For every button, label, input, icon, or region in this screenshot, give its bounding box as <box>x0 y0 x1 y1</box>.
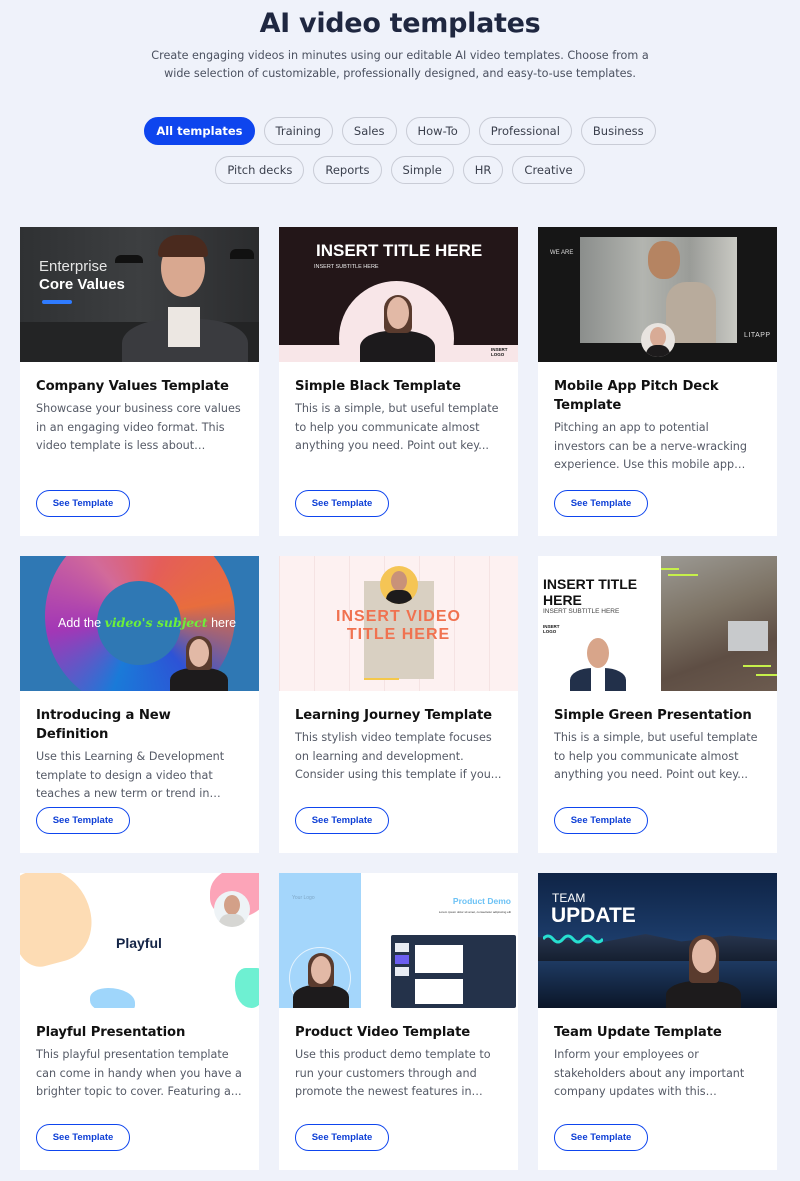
card-description: Pitching an app to potential investors c… <box>554 421 748 471</box>
filter-chip-training[interactable]: Training <box>263 117 333 145</box>
template-card[interactable]: TEAM UPDATE Team Update Template Inform … <box>538 873 777 1170</box>
thumb-line-1: INSERT TITLE HERE <box>543 576 638 608</box>
template-card[interactable]: INSERT VIDEO TITLE HERE Learning Journey… <box>279 556 518 853</box>
thumb-line-2: Core Values <box>39 276 125 293</box>
card-title[interactable]: Team Update Template <box>554 1023 761 1042</box>
card-title[interactable]: Mobile App Pitch Deck Template <box>554 377 761 415</box>
card-description: This playful presentation template can c… <box>36 1048 242 1098</box>
see-template-button[interactable]: See Template <box>295 1124 389 1151</box>
card-description: This stylish video template focuses on l… <box>295 731 502 781</box>
see-template-button[interactable]: See Template <box>295 807 389 834</box>
thumb-line-1: INSERT VIDEO <box>336 608 461 625</box>
filter-chip-pitch-decks[interactable]: Pitch decks <box>215 156 305 184</box>
filter-row-1: All templates Training Sales How-To Prof… <box>0 117 800 145</box>
card-description: Use this product demo template to run yo… <box>295 1048 491 1098</box>
thumb-highlight: video's subject <box>104 615 208 630</box>
template-card[interactable]: Playful Playful Presentation This playfu… <box>20 873 259 1170</box>
filter-chip-professional[interactable]: Professional <box>478 117 572 145</box>
card-title[interactable]: Simple Black Template <box>295 377 502 396</box>
see-template-button[interactable]: See Template <box>554 490 648 517</box>
card-title[interactable]: Product Video Template <box>295 1023 502 1042</box>
template-card[interactable]: WE ARE LITAPP Mobile App Pitch Deck Temp… <box>538 227 777 536</box>
see-template-button[interactable]: See Template <box>36 1124 130 1151</box>
template-thumbnail[interactable]: Playful <box>20 873 259 1008</box>
template-card[interactable]: Add the video's subject here Introducing… <box>20 556 259 853</box>
template-card[interactable]: INSERT TITLE HERE INSERT SUBTITLE HERE I… <box>538 556 777 853</box>
card-title[interactable]: Company Values Template <box>36 377 243 396</box>
template-thumbnail[interactable]: INSERT TITLE HERE INSERT SUBTITLE HERE I… <box>538 556 777 691</box>
see-template-button[interactable]: See Template <box>295 490 389 517</box>
page-title: AI video templates <box>259 8 541 39</box>
template-thumbnail[interactable]: Add the video's subject here <box>20 556 259 691</box>
filter-chip-creative[interactable]: Creative <box>512 156 585 184</box>
see-template-button[interactable]: See Template <box>554 807 648 834</box>
thumb-post: here <box>211 616 237 630</box>
see-template-button[interactable]: See Template <box>554 1124 648 1151</box>
thumb-headline: Add the video's subject here <box>58 615 236 630</box>
filter-chip-simple[interactable]: Simple <box>390 156 454 184</box>
filter-chip-sales[interactable]: Sales <box>341 117 397 145</box>
thumb-logo: Your Logo <box>292 895 315 901</box>
thumb-line-2: INSERT SUBTITLE HERE <box>543 608 620 615</box>
card-description: This is a simple, but useful template to… <box>295 402 499 452</box>
thumb-logo: INSERT LOGO <box>491 347 508 357</box>
see-template-button[interactable]: See Template <box>36 490 130 517</box>
thumb-logo: INSERT LOGO <box>543 624 560 634</box>
wave-decoration-icon <box>543 934 603 944</box>
filter-row-2: Pitch decks Reports Simple HR Creative <box>0 156 800 184</box>
filter-chip-all-templates[interactable]: All templates <box>144 117 255 145</box>
thumb-line-2: UPDATE <box>551 904 636 927</box>
card-description: Use this Learning & Development template… <box>36 750 225 800</box>
thumb-brand: LITAPP <box>744 332 771 339</box>
thumb-line-1: Playful <box>116 935 162 951</box>
thumb-line-1: WE ARE <box>550 250 574 256</box>
template-card[interactable]: INSERT TITLE HERE INSERT SUBTITLE HERE I… <box>279 227 518 536</box>
template-thumbnail[interactable]: Enterprise Core Values <box>20 227 259 362</box>
see-template-button[interactable]: See Template <box>36 807 130 834</box>
card-description: Showcase your business core values in an… <box>36 402 241 452</box>
thumb-line-2: INSERT SUBTITLE HERE <box>314 264 379 270</box>
template-card[interactable]: Enterprise Core Values Company Values Te… <box>20 227 259 536</box>
card-title[interactable]: Playful Presentation <box>36 1023 243 1042</box>
thumb-line-1: INSERT TITLE HERE <box>316 241 483 260</box>
filter-chip-how-to[interactable]: How-To <box>405 117 470 145</box>
thumb-pre: Add the <box>58 616 102 630</box>
thumb-line-1: Enterprise <box>39 258 108 275</box>
card-title[interactable]: Simple Green Presentation <box>554 706 761 725</box>
card-title[interactable]: Introducing a New Definition <box>36 706 243 744</box>
template-thumbnail[interactable]: Your Logo Product Demo Lorem ipsum dolor… <box>279 873 518 1008</box>
filter-chip-hr[interactable]: HR <box>462 156 504 184</box>
template-grid: Enterprise Core Values Company Values Te… <box>20 227 777 1170</box>
thumb-line-1: TEAM <box>552 891 586 905</box>
thumb-line-1: Product Demo <box>452 896 511 906</box>
filter-chip-reports[interactable]: Reports <box>313 156 382 184</box>
page-subtitle: Create engaging videos in minutes using … <box>151 49 649 80</box>
card-description: Inform your employees or stakeholders ab… <box>554 1048 745 1098</box>
template-thumbnail[interactable]: TEAM UPDATE <box>538 873 777 1008</box>
template-thumbnail[interactable]: INSERT VIDEO TITLE HERE <box>279 556 518 691</box>
template-thumbnail[interactable]: INSERT TITLE HERE INSERT SUBTITLE HERE I… <box>279 227 518 362</box>
card-description: This is a simple, but useful template to… <box>554 731 758 781</box>
filter-chip-business[interactable]: Business <box>580 117 656 145</box>
template-card[interactable]: Your Logo Product Demo Lorem ipsum dolor… <box>279 873 518 1170</box>
thumb-line-2: TITLE HERE <box>346 626 451 643</box>
template-thumbnail[interactable]: WE ARE LITAPP <box>538 227 777 362</box>
card-title[interactable]: Learning Journey Template <box>295 706 502 725</box>
thumb-line-2: Lorem ipsum dolor sit amet, consectetur … <box>438 910 511 914</box>
